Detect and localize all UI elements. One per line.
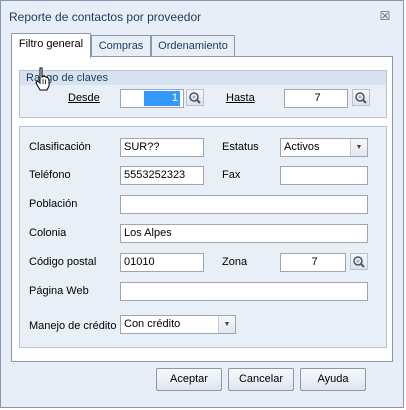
- tab-panel: Rango de claves Desde 1 Hasta 7 Clasific…: [11, 56, 393, 362]
- desde-value: 1: [144, 91, 180, 106]
- telefono-input[interactable]: 5553252323: [120, 166, 204, 185]
- hasta-label-text: Hasta: [226, 92, 255, 104]
- aceptar-button[interactable]: Aceptar: [156, 368, 222, 391]
- colonia-label: Colonia: [29, 227, 67, 239]
- desde-label-text: Desde: [68, 92, 100, 104]
- cancelar-button[interactable]: Cancelar: [228, 368, 294, 391]
- binoculars-icon: [189, 92, 201, 104]
- estatus-select[interactable]: Activos ▼: [280, 138, 368, 157]
- clasificacion-label: Clasificación: [29, 141, 91, 153]
- estatus-label: Estatus: [222, 141, 259, 153]
- fax-label: Fax: [222, 169, 241, 181]
- rango-claves-group: Rango de claves Desde 1 Hasta 7: [19, 70, 387, 118]
- codigo-postal-input[interactable]: 01010: [120, 253, 204, 272]
- pagina-web-label: Página Web: [29, 285, 89, 297]
- manejo-credito-value: Con crédito: [124, 318, 181, 330]
- desde-lookup-button[interactable]: [186, 89, 204, 106]
- tab-label: Compras: [98, 40, 144, 52]
- zona-input[interactable]: 7: [280, 253, 346, 272]
- zona-label: Zona: [222, 256, 248, 268]
- fax-input[interactable]: [280, 166, 368, 185]
- manejo-credito-label: Manejo de crédito: [29, 320, 117, 332]
- tab-compras[interactable]: Compras: [91, 35, 151, 57]
- colonia-input[interactable]: Los Alpes: [120, 224, 368, 243]
- window-title: Reporte de contactos por proveedor: [9, 10, 202, 24]
- tab-filtro-general[interactable]: Filtro general: [11, 33, 91, 58]
- estatus-value: Activos: [284, 141, 320, 153]
- binoculars-icon: [353, 256, 365, 268]
- poblacion-label: Población: [29, 198, 78, 210]
- codigo-postal-label: Código postal: [29, 256, 97, 268]
- desde-label: Desde: [68, 92, 100, 104]
- tab-label: Filtro general: [18, 38, 84, 50]
- title-bar: Reporte de contactos por proveedor ☒: [1, 1, 403, 31]
- close-button[interactable]: ☒: [377, 9, 393, 23]
- tab-ordenamiento[interactable]: Ordenamiento: [151, 35, 235, 57]
- dialog-window: Reporte de contactos por proveedor ☒ Fil…: [0, 0, 404, 408]
- hasta-label: Hasta: [226, 92, 255, 104]
- desde-input[interactable]: 1: [120, 89, 184, 108]
- manejo-credito-select[interactable]: Con crédito ▼: [120, 315, 236, 334]
- pagina-web-input[interactable]: [120, 282, 368, 301]
- telefono-label: Teléfono: [29, 169, 71, 181]
- chevron-down-icon[interactable]: ▼: [350, 139, 367, 156]
- hand-cursor-icon: [35, 67, 50, 91]
- clasificacion-input[interactable]: SUR??: [120, 138, 204, 157]
- ayuda-button[interactable]: Ayuda: [300, 368, 366, 391]
- poblacion-input[interactable]: [120, 195, 368, 214]
- chevron-down-icon[interactable]: ▼: [218, 316, 235, 333]
- binoculars-icon: [355, 92, 367, 104]
- group-title: Rango de claves: [20, 71, 386, 85]
- hasta-input[interactable]: 7: [284, 89, 348, 108]
- tab-label: Ordenamiento: [158, 40, 228, 52]
- hasta-lookup-button[interactable]: [352, 89, 370, 106]
- zona-lookup-button[interactable]: [350, 253, 368, 270]
- filtros-group: Clasificación SUR?? Estatus Activos ▼ Te…: [19, 126, 387, 348]
